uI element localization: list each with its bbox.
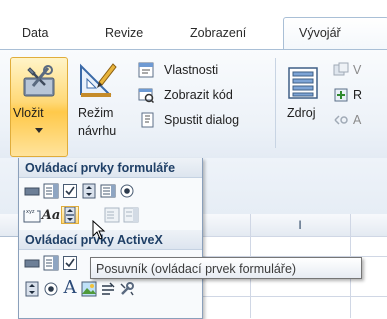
form-option-button-control[interactable] bbox=[118, 182, 136, 200]
view-code-icon bbox=[138, 88, 154, 103]
combo-list-edit-icon bbox=[104, 207, 120, 223]
activex-button-control[interactable] bbox=[23, 254, 41, 272]
source-icon[interactable] bbox=[287, 66, 319, 100]
tab-data[interactable]: Data bbox=[22, 23, 48, 43]
activex-checkbox-icon bbox=[63, 256, 77, 270]
combobox-control-icon bbox=[43, 183, 59, 199]
expansion-packs-label: R bbox=[353, 88, 363, 102]
insert-controls-dropdown: Ovládací prvky formuláře xyz Aa Ovládací… bbox=[18, 158, 203, 319]
groupbox-control-icon: xyz bbox=[23, 208, 41, 223]
form-combo-dropdown-control[interactable] bbox=[122, 206, 140, 224]
form-label-control[interactable]: Aa bbox=[41, 206, 61, 224]
refresh-data-label: A bbox=[353, 113, 362, 127]
form-button-control[interactable] bbox=[23, 182, 41, 200]
properties-label: Vlastnosti bbox=[164, 63, 219, 77]
refresh-data-icon bbox=[334, 115, 348, 125]
source-label: Zdroj bbox=[287, 106, 316, 120]
button-control-icon bbox=[24, 187, 40, 196]
activex-option-button-icon bbox=[44, 282, 58, 296]
image-control-icon bbox=[81, 281, 97, 297]
form-groupbox-control[interactable]: xyz bbox=[23, 206, 41, 224]
view-code-label: Zobrazit kód bbox=[164, 88, 233, 102]
tab-vyvojar-label: Vývojář bbox=[299, 26, 341, 40]
insert-button[interactable]: Vložit bbox=[10, 57, 68, 157]
checkbox-control-icon bbox=[63, 184, 77, 198]
groupbox-label: xyz bbox=[26, 209, 35, 215]
tab-vyvojar[interactable]: Vývojář bbox=[283, 17, 387, 51]
activex-image-control[interactable] bbox=[80, 280, 98, 298]
activex-combobox-icon bbox=[43, 255, 59, 271]
activex-button-icon bbox=[24, 259, 40, 268]
tab-revize[interactable]: Revize bbox=[105, 23, 143, 43]
chevron-down-icon bbox=[35, 128, 43, 133]
activex-checkbox-control[interactable] bbox=[61, 254, 79, 272]
mouse-pointer-icon bbox=[92, 220, 106, 240]
form-spinbutton-control[interactable] bbox=[80, 182, 98, 200]
scrollbar-tooltip: Posuvník (ovládací prvek formuláře) bbox=[90, 257, 362, 279]
toggle-button-icon bbox=[102, 282, 115, 295]
insert-button-label: Vložit bbox=[13, 106, 44, 120]
spinbutton-control-icon bbox=[82, 183, 96, 199]
activex-combobox-control[interactable] bbox=[42, 254, 60, 272]
ribbon-tab-strip: Data Revize Zobrazení Vývojář bbox=[0, 0, 387, 51]
design-mode-label-2: návrhu bbox=[78, 124, 117, 138]
activex-spinbutton-control[interactable] bbox=[23, 280, 41, 298]
toolbox-icon bbox=[23, 65, 55, 97]
gridline bbox=[200, 236, 387, 237]
run-dialog-label: Spustit dialog bbox=[164, 113, 240, 127]
form-listbox-control[interactable] bbox=[99, 182, 117, 200]
form-combobox-control[interactable] bbox=[42, 182, 60, 200]
map-properties-label: V bbox=[353, 63, 362, 77]
column-header-i[interactable]: I bbox=[250, 214, 350, 236]
ribbon-group-divider bbox=[275, 58, 276, 148]
design-mode-label-1: Režim bbox=[78, 106, 114, 120]
listbox-control-icon bbox=[100, 184, 116, 198]
combo-dropdown-edit-icon bbox=[123, 207, 139, 223]
gridline bbox=[200, 296, 387, 297]
more-controls-icon bbox=[120, 282, 134, 296]
map-properties-icon bbox=[333, 62, 349, 76]
label-control-icon: Aa bbox=[41, 207, 61, 223]
form-checkbox-control[interactable] bbox=[61, 182, 79, 200]
scrollbar-control-icon bbox=[64, 207, 76, 223]
activex-option-button-control[interactable] bbox=[42, 280, 60, 298]
expansion-packs-icon bbox=[334, 88, 348, 102]
activex-label-control[interactable]: A bbox=[61, 276, 79, 298]
activex-toggle-button-control[interactable] bbox=[99, 280, 117, 298]
option-button-control-icon bbox=[120, 184, 134, 198]
design-mode-icon[interactable] bbox=[77, 60, 117, 98]
run-dialog-icon bbox=[141, 112, 154, 128]
properties-icon bbox=[138, 62, 154, 78]
form-scrollbar-control[interactable] bbox=[61, 206, 79, 224]
tab-zobrazeni[interactable]: Zobrazení bbox=[190, 23, 246, 43]
activex-label-icon: A bbox=[63, 276, 77, 298]
form-controls-header: Ovládací prvky formuláře bbox=[19, 158, 202, 178]
activex-more-controls[interactable] bbox=[118, 280, 136, 298]
activex-controls-header: Ovládací prvky ActiveX bbox=[19, 230, 202, 250]
activex-spinbutton-icon bbox=[25, 281, 39, 297]
